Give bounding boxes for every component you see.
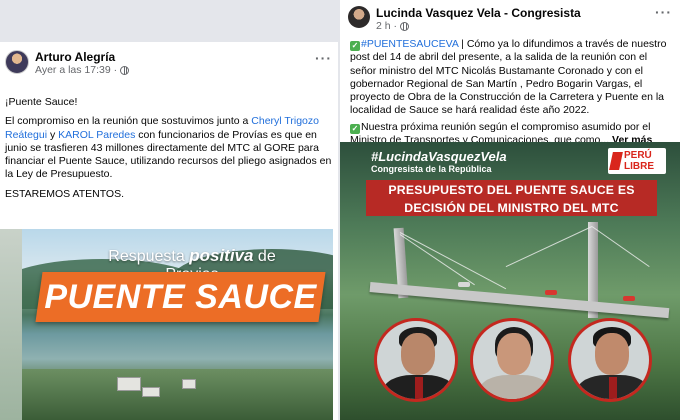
post-photo-puente-sauce[interactable]: Respuesta positiva de Provias PUENTE SAU… (22, 229, 333, 420)
portrait-center (470, 318, 554, 402)
image-subtitle: Congresista de la República (371, 164, 492, 174)
checkmark-icon: ✓ (350, 41, 360, 51)
banner-title-box: PUENTE SAUCE (35, 272, 326, 322)
author-name[interactable]: Arturo Alegría (35, 50, 129, 64)
post-header: Arturo Alegría Ayer a las 17:39 · ··· (0, 42, 338, 80)
globe-icon (120, 66, 130, 75)
post-paragraph: El compromiso en la reunión que sostuvim… (5, 115, 332, 181)
facebook-feed-collage: Arturo Alegría Ayer a las 17:39 · ··· ¡P… (0, 0, 680, 420)
pencil-icon (609, 152, 623, 170)
post-photo-presupuesto[interactable]: #LucindaVasquezVela Congresista de la Re… (340, 142, 680, 420)
author-avatar[interactable] (5, 50, 29, 74)
photo-town (22, 369, 333, 420)
post-timestamp[interactable]: 2 h · (376, 20, 397, 33)
more-options-icon[interactable]: ··· (655, 4, 672, 20)
post-meta: 2 h · (376, 20, 581, 33)
post-arturo-alegria: Arturo Alegría Ayer a las 17:39 · ··· ¡P… (0, 42, 338, 420)
hashtag-link[interactable]: #PUENTESAUCEVA (361, 38, 458, 50)
portrait-left (374, 318, 458, 402)
checkmark-icon: ✓ (350, 123, 360, 134)
post-line-1: ¡Puente Sauce! (5, 96, 78, 108)
mention-karol[interactable]: KAROL Paredes (58, 129, 135, 141)
post-meta: Ayer a las 17:39 · (35, 64, 130, 77)
post-paragraph-1: ✓ #PUENTESAUCEVA | Cómo ya lo difundimos … (350, 38, 667, 117)
post-body: ¡Puente Sauce! El compromiso en la reuni… (5, 96, 333, 207)
photo-edge (0, 229, 22, 420)
post-lucinda-vasquez: Lucinda Vasquez Vela - Congresista 2 h ·… (340, 0, 680, 420)
post-closing: ESTAREMOS ATENTOS. (5, 187, 125, 200)
headline-line-2: DECISIÓN DEL MINISTRO DEL MTC (404, 201, 619, 215)
portrait-right (568, 318, 652, 402)
post-header: Lucinda Vasquez Vela - Congresista 2 h ·… (340, 0, 680, 34)
banner-title: PUENTE SAUCE (44, 278, 317, 316)
post-body: ✓ #PUENTESAUCEVA | Cómo ya lo difundimos … (350, 38, 676, 150)
author-avatar[interactable] (348, 6, 370, 28)
post-timestamp[interactable]: Ayer a las 17:39 · (35, 64, 117, 77)
headline-banner: PRESUPUESTO DEL PUENTE SAUCE ES DECISIÓN… (366, 180, 657, 216)
headline-line-1: PRESUPUESTO DEL PUENTE SAUCE ES (388, 183, 635, 197)
more-options-icon[interactable]: ··· (315, 50, 332, 66)
peru-libre-logo: PERÚ LIBRE (608, 148, 666, 174)
author-name[interactable]: Lucinda Vasquez Vela - Congresista (376, 6, 581, 20)
image-hashtag: #LucindaVasquezVela (371, 149, 507, 164)
globe-icon (400, 22, 410, 31)
